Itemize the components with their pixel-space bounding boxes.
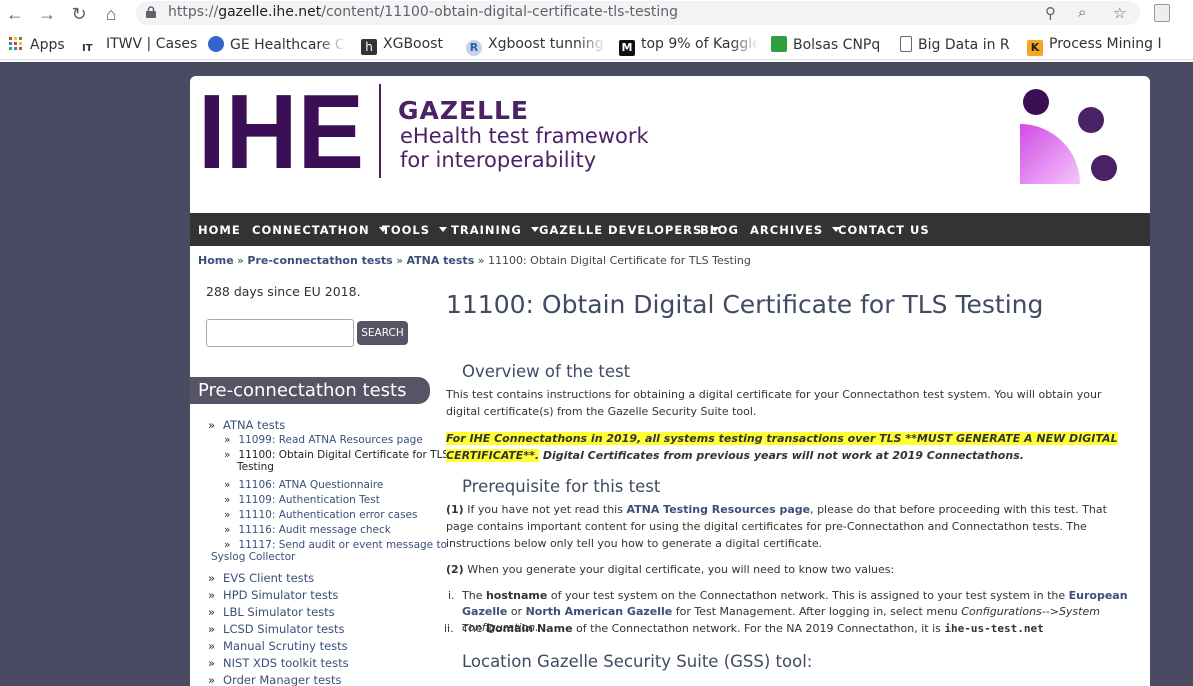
h-icon: h [361, 39, 377, 55]
bookmark-ge-healthcare[interactable]: GE Healthcare C [208, 36, 346, 53]
sidebar-subitem-11100[interactable]: 11100: Obtain Digital Certificate for TL… [224, 449, 449, 473]
document-icon [900, 36, 912, 52]
ge-logo-icon [208, 36, 224, 52]
nav-connectathon[interactable]: CONNECTATHON [252, 223, 387, 237]
sidebar-subitem-11116[interactable]: 11116: Audit message check [224, 524, 390, 536]
breadcrumb-atna[interactable]: ATNA tests [406, 254, 474, 267]
breadcrumb-current: 11100: Obtain Digital Certificate for TL… [487, 254, 751, 267]
overview-paragraph: This test contains instructions for obta… [446, 388, 1102, 418]
prereq-paragraph-2: (2) When you generate your digital certi… [446, 563, 895, 576]
ihe-logo-text: IHE [198, 90, 364, 172]
logo-tagline-1: eHealth test framework [400, 124, 649, 148]
logo-tagline-2: for interoperability [400, 148, 597, 172]
search-button[interactable]: SEARCH [357, 321, 408, 345]
sidebar-item-order-manager[interactable]: Order Manager tests [208, 673, 341, 686]
sidebar-item-lbl[interactable]: LBL Simulator tests [208, 605, 335, 619]
bookmarks-bar: Apps IT ITWV | Cases GE Healthcare C h XGB… [0, 32, 1193, 60]
extension-icon[interactable] [1154, 4, 1170, 22]
breadcrumb-home[interactable]: Home [198, 254, 234, 267]
forward-arrow-icon[interactable]: → [36, 3, 58, 25]
nav-blog[interactable]: BLOG [700, 223, 739, 237]
nav-archives[interactable]: ARCHIVES [750, 223, 841, 237]
k-icon: K [1027, 40, 1043, 56]
brazil-flag-icon [771, 36, 787, 52]
url-text[interactable]: https://gazelle.ihe.net/content/11100-ob… [168, 4, 678, 20]
nav-home[interactable]: HOME [198, 223, 241, 237]
sidebar-subitem-11117[interactable]: 11117: Send audit or event message toSys… [211, 539, 447, 563]
ihe-logo[interactable]: IHE [198, 90, 368, 172]
page-content: IHE GAZELLE eHealth test framework for i… [190, 76, 1150, 686]
sidebar-item-manual-scrutiny[interactable]: Manual Scrutiny tests [208, 639, 348, 653]
lock-icon [146, 6, 156, 18]
sidebar-item-evs[interactable]: EVS Client tests [208, 571, 314, 585]
medium-icon: M [619, 40, 635, 56]
caret-down-icon [439, 227, 448, 232]
key-icon[interactable]: ⚲ [1045, 4, 1056, 22]
list-num-i: i. [448, 589, 455, 602]
list-item-domain: The Domain Name of the Connectathon netw… [462, 622, 1044, 635]
home-icon[interactable]: ⌂ [100, 3, 122, 25]
nav-contact-us[interactable]: CONTACT US [838, 223, 930, 237]
page-title: 11100: Obtain Digital Certificate for TL… [446, 290, 1044, 319]
bookmark-bigdata[interactable]: Big Data in R [900, 36, 1010, 53]
r-logo-icon: R [466, 40, 482, 56]
itwv-icon: IT [82, 43, 93, 54]
search-input[interactable] [206, 319, 354, 347]
prerequisite-heading: Prerequisite for this test [462, 477, 661, 496]
days-counter: 288 days since EU 2018. [206, 284, 361, 299]
apps-grid-icon [9, 37, 22, 50]
bookmark-xgboost-tunning[interactable]: R Xgboost tunning [466, 36, 606, 56]
sidebar-heading: Pre-connectathon tests [190, 377, 430, 404]
overview-heading: Overview of the test [462, 362, 631, 381]
sidebar-item-hpd[interactable]: HPD Simulator tests [208, 588, 338, 602]
sidebar-item-atna[interactable]: ATNA tests [208, 418, 285, 432]
address-row: ← → ↻ ⌂ https://gazelle.ihe.net/content/… [0, 0, 1193, 28]
sidebar-item-nist-xds[interactable]: NIST XDS toolkit tests [208, 656, 349, 670]
nav-training[interactable]: TRAINING [451, 223, 539, 237]
reload-icon[interactable]: ↻ [68, 3, 90, 25]
atna-resources-link[interactable]: ATNA Testing Resources page [626, 503, 810, 516]
bookmark-kaggle[interactable]: Mtop 9% of Kaggle [619, 36, 759, 56]
nav-tools[interactable]: TOOLS [382, 223, 448, 237]
browser-chrome: ← → ↻ ⌂ https://gazelle.ihe.net/content/… [0, 0, 1193, 62]
zoom-icon[interactable]: ⌕ [1078, 4, 1086, 21]
main-nav: HOME CONNECTATHON TOOLS TRAINING GAZELLE… [190, 213, 1150, 246]
bookmark-apps[interactable]: Apps [8, 36, 65, 53]
warning-paragraph: For IHE Connectathons in 2019, all syste… [446, 432, 1118, 462]
bookmark-process-mining[interactable]: K Process Mining I [1027, 36, 1193, 56]
sidebar-subitem-11099[interactable]: 11099: Read ATNA Resources page [224, 434, 422, 446]
sidebar-subitem-11109[interactable]: 11109: Authentication Test [224, 494, 379, 506]
star-icon[interactable]: ☆ [1113, 4, 1126, 22]
breadcrumb-pre-connectathon[interactable]: Pre-connectathon tests [247, 254, 392, 267]
gazelle-logo-text: GAZELLE [398, 96, 530, 125]
sidebar-subitem-11110[interactable]: 11110: Authentication error cases [224, 509, 417, 521]
north-american-gazelle-link[interactable]: North American Gazelle [526, 605, 673, 618]
list-num-ii: ii. [444, 622, 454, 635]
logo-divider [379, 84, 381, 178]
back-arrow-icon[interactable]: ← [4, 3, 26, 25]
prereq-paragraph-1: (1) If you have not yet read this ATNA T… [446, 503, 1107, 550]
sidebar-item-lcsd[interactable]: LCSD Simulator tests [208, 622, 344, 636]
gss-heading: Location Gazelle Security Suite (GSS) to… [462, 652, 813, 671]
bookmark-bolsas[interactable]: Bolsas CNPq [771, 36, 880, 53]
bookmark-xgboost[interactable]: h XGBoost [361, 36, 443, 55]
nav-gazelle-developers[interactable]: GAZELLE DEVELOPERS [539, 223, 720, 237]
gazelle-dots-logo [1020, 89, 1117, 184]
sidebar-subitem-11106[interactable]: 11106: ATNA Questionnaire [224, 479, 383, 491]
caret-down-icon [530, 227, 539, 232]
breadcrumb: Home » Pre-connectathon tests » ATNA tes… [198, 254, 751, 267]
bookmark-itwv[interactable]: IT ITWV | Cases [82, 36, 197, 57]
